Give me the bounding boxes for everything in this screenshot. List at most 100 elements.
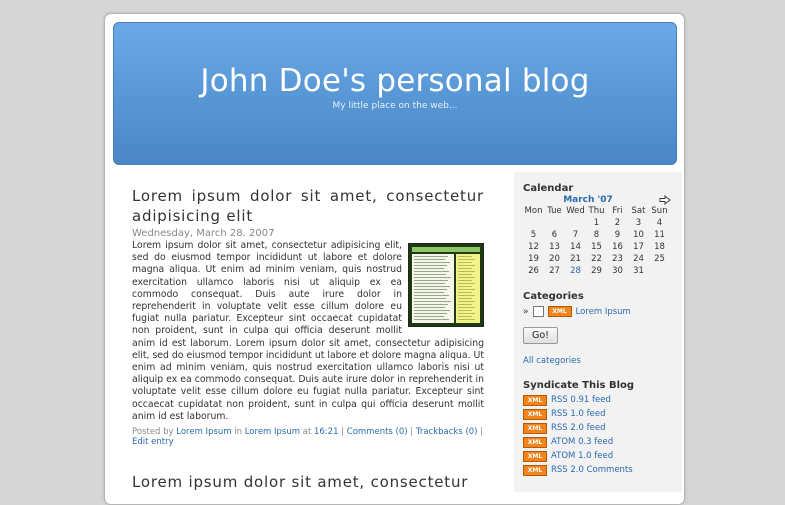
footer-posted-by: Posted by: [132, 427, 174, 438]
post-footer: Posted by Lorem Ipsum in Lorem Ipsum at …: [132, 427, 484, 447]
calendar-day: 22: [591, 254, 602, 264]
calendar-day: [649, 265, 670, 277]
calendar-week-row: 19 20 21 22 23 24 25: [523, 253, 670, 265]
calendar-week-row: 5 6 7 8 9 10 11: [523, 229, 670, 241]
calendar-day: 12: [528, 242, 539, 252]
blog-header: John Doe's personal blog My little place…: [113, 22, 677, 165]
next-month-arrow-icon[interactable]: [659, 195, 671, 205]
trackbacks-link[interactable]: Trackbacks (0): [416, 427, 478, 437]
calendar-day: 17: [633, 242, 644, 252]
footer-separator: |: [341, 427, 345, 438]
calendar-day: 5: [530, 230, 537, 240]
feed-item: XML ATOM 1.0 feed: [523, 449, 673, 463]
footer-at: at: [302, 427, 312, 438]
calendar-day: 25: [654, 254, 665, 264]
footer-separator: |: [480, 427, 484, 438]
calendar: March '07 Mon Tue Wed Thu Fri Sat Sun 12345678…: [523, 195, 673, 277]
categories-heading: Categories: [523, 291, 584, 302]
calendar-day-link[interactable]: 28: [565, 265, 586, 277]
all-categories-link[interactable]: All categories: [523, 356, 581, 366]
xml-feed-icon[interactable]: XML: [523, 394, 547, 406]
calendar-day: 9: [614, 230, 621, 240]
feed-link[interactable]: RSS 0.91 feed: [551, 395, 611, 405]
calendar-day: 16: [612, 242, 623, 252]
calendar-day: 6: [551, 230, 558, 240]
comments-link[interactable]: Comments (0): [347, 427, 408, 437]
category-item: » XML Lorem Ipsum: [523, 306, 673, 317]
post-title-second[interactable]: Lorem ipsum dolor sit amet, consectetur: [132, 472, 484, 492]
calendar-day: 10: [633, 230, 644, 240]
calendar-month-link[interactable]: March '07: [523, 195, 653, 205]
category-link[interactable]: Lorem Ipsum: [245, 427, 300, 437]
calendar-weekday: Wed: [566, 206, 585, 216]
author-link[interactable]: Lorem Ipsum: [176, 427, 231, 437]
post-title[interactable]: Lorem ipsum dolor sit amet, consectetur …: [132, 186, 484, 226]
post-date: Wednesday, March 28. 2007: [132, 228, 275, 239]
xml-feed-icon[interactable]: XML: [523, 464, 547, 476]
feed-link[interactable]: ATOM 0.3 feed: [551, 437, 613, 447]
calendar-day: 13: [549, 242, 560, 252]
calendar-day: 27: [549, 266, 560, 276]
calendar-day: 31: [633, 266, 644, 276]
calendar-weekday: Thu: [588, 206, 605, 216]
calendar-day: 7: [572, 230, 579, 240]
sidebar: Calendar March '07 Mon Tue Wed Thu Fri Sat Sun…: [514, 172, 682, 492]
go-button[interactable]: Go!: [523, 327, 558, 344]
calendar-weekday: Mon: [524, 206, 543, 216]
calendar-week-row: 1 2 3 4: [523, 217, 670, 229]
feed-link[interactable]: ATOM 1.0 feed: [551, 451, 613, 461]
xml-feed-icon[interactable]: XML: [523, 408, 547, 420]
calendar-day: 24: [633, 254, 644, 264]
calendar-day: 3: [635, 218, 642, 228]
calendar-week-row: 26 27 28 29 30 31: [523, 265, 670, 277]
calendar-day: 21: [570, 254, 581, 264]
post-thumbnail-image[interactable]: [408, 243, 484, 327]
xml-feed-icon[interactable]: XML: [523, 422, 547, 434]
calendar-day: 8: [593, 230, 600, 240]
feed-item: XML ATOM 0.3 feed: [523, 435, 673, 449]
feed-item: XML RSS 1.0 feed: [523, 407, 673, 421]
calendar-day: [565, 217, 586, 229]
calendar-day: 11: [654, 230, 665, 240]
calendar-day: 15: [591, 242, 602, 252]
calendar-heading: Calendar: [523, 183, 574, 194]
raquo-glyph: »: [523, 306, 529, 317]
feed-item: XML RSS 2.0 feed: [523, 421, 673, 435]
calendar-day: 18: [654, 242, 665, 252]
calendar-day: [523, 217, 544, 229]
calendar-day: 23: [612, 254, 623, 264]
post-body: Lorem ipsum dolor sit amet, consectetur …: [132, 240, 484, 423]
calendar-day: [544, 217, 565, 229]
calendar-day: 4: [656, 218, 663, 228]
xml-feed-icon[interactable]: XML: [523, 450, 547, 462]
syndicate-heading: Syndicate This Blog: [523, 380, 635, 391]
feed-item: XML RSS 0.91 feed: [523, 393, 673, 407]
calendar-weekday: Sun: [651, 206, 668, 216]
xml-feed-icon[interactable]: XML: [547, 306, 572, 317]
edit-entry-link[interactable]: Edit entry: [132, 437, 174, 447]
calendar-day: 2: [614, 218, 621, 228]
category-checkbox[interactable]: [532, 306, 544, 317]
footer-separator: |: [410, 427, 414, 438]
calendar-day: 20: [549, 254, 560, 264]
calendar-day: 1: [593, 218, 600, 228]
calendar-day: 14: [570, 242, 581, 252]
feed-link[interactable]: RSS 1.0 feed: [551, 409, 605, 419]
calendar-weekday: Fri: [612, 206, 623, 216]
calendar-day: 30: [612, 266, 623, 276]
permalink-time[interactable]: 16:21: [314, 427, 339, 437]
blog-tagline: My little place on the web...: [332, 101, 458, 111]
calendar-day: 26: [528, 266, 539, 276]
calendar-weekday: Sat: [631, 206, 646, 216]
category-link-lorem-ipsum[interactable]: Lorem Ipsum: [576, 307, 631, 317]
feed-link[interactable]: RSS 2.0 Comments: [551, 465, 633, 475]
calendar-grid: Mon Tue Wed Thu Fri Sat Sun 1 2 3 4 5 6 7 8 9 10 11 12 13 1…: [523, 205, 670, 277]
feed-item: XML RSS 2.0 Comments: [523, 463, 673, 477]
calendar-day: 29: [591, 266, 602, 276]
blog-title[interactable]: John Doe's personal blog: [114, 23, 676, 99]
calendar-weekday: Tue: [547, 206, 562, 216]
feed-link[interactable]: RSS 2.0 feed: [551, 423, 605, 433]
xml-feed-icon[interactable]: XML: [523, 436, 547, 448]
main-content: Lorem ipsum dolor sit amet, consectetur …: [132, 186, 484, 447]
footer-in: in: [234, 427, 243, 438]
